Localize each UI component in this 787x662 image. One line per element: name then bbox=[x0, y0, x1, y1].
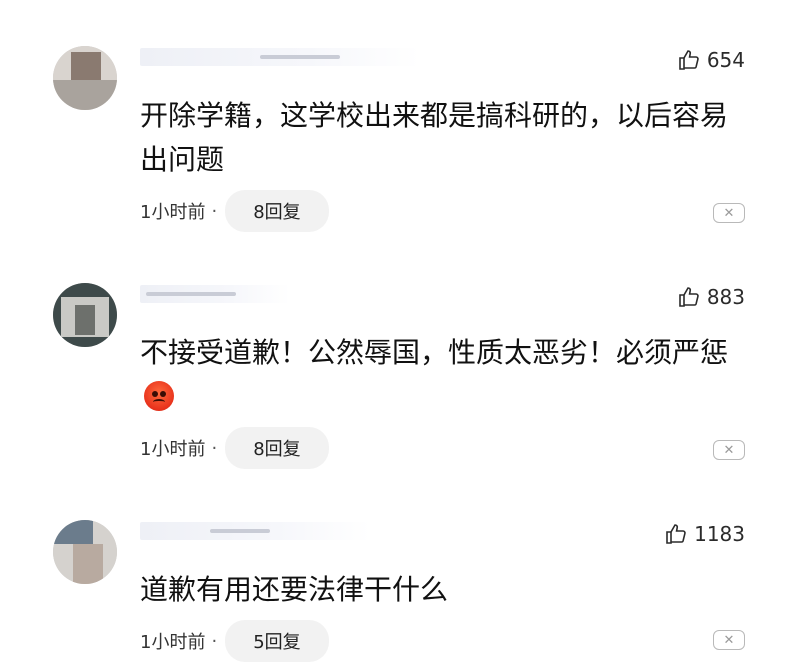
separator-dot: · bbox=[211, 200, 218, 222]
comment-text: 道歉有用还要法律干什么 bbox=[140, 573, 449, 606]
comment-meta: 1小时前 · 5回复 bbox=[140, 620, 329, 662]
comment-meta: 1小时前 · 8回复 bbox=[140, 427, 329, 469]
like-button[interactable]: 654 bbox=[677, 48, 745, 72]
angry-face-icon bbox=[144, 381, 174, 411]
separator-dot: · bbox=[211, 630, 218, 652]
close-icon[interactable]: ✕ bbox=[713, 630, 745, 650]
timestamp: 1小时前 bbox=[140, 632, 206, 653]
close-icon[interactable]: ✕ bbox=[713, 203, 745, 223]
avatar[interactable] bbox=[53, 520, 117, 584]
comment-text: 开除学籍，这学校出来都是搞科研的，以后容易出问题 bbox=[140, 99, 729, 176]
comment-text: 不接受道歉！公然辱国，性质太恶劣！必须严惩 bbox=[140, 331, 740, 419]
like-count: 883 bbox=[706, 285, 745, 309]
username[interactable] bbox=[140, 48, 420, 66]
thumbs-up-icon bbox=[679, 287, 699, 307]
thumbs-up-icon bbox=[679, 50, 699, 70]
reply-button[interactable]: 8回复 bbox=[225, 190, 329, 232]
like-count: 654 bbox=[706, 48, 745, 72]
avatar[interactable] bbox=[53, 283, 117, 347]
like-button[interactable]: 883 bbox=[677, 285, 745, 309]
like-button[interactable]: 1183 bbox=[664, 522, 745, 546]
username[interactable] bbox=[140, 522, 370, 540]
thumbs-up-icon bbox=[666, 524, 686, 544]
close-icon[interactable]: ✕ bbox=[713, 440, 745, 460]
timestamp: 1小时前 bbox=[140, 202, 206, 223]
comment-text-body: 不接受道歉！公然辱国，性质太恶劣！必须严惩 bbox=[140, 336, 729, 369]
separator-dot: · bbox=[211, 437, 218, 459]
username[interactable] bbox=[140, 285, 290, 303]
reply-button[interactable]: 8回复 bbox=[225, 427, 329, 469]
timestamp: 1小时前 bbox=[140, 439, 206, 460]
avatar[interactable] bbox=[53, 46, 117, 110]
reply-button[interactable]: 5回复 bbox=[225, 620, 329, 662]
like-count: 1183 bbox=[694, 522, 745, 546]
comment-meta: 1小时前 · 8回复 bbox=[140, 190, 329, 232]
